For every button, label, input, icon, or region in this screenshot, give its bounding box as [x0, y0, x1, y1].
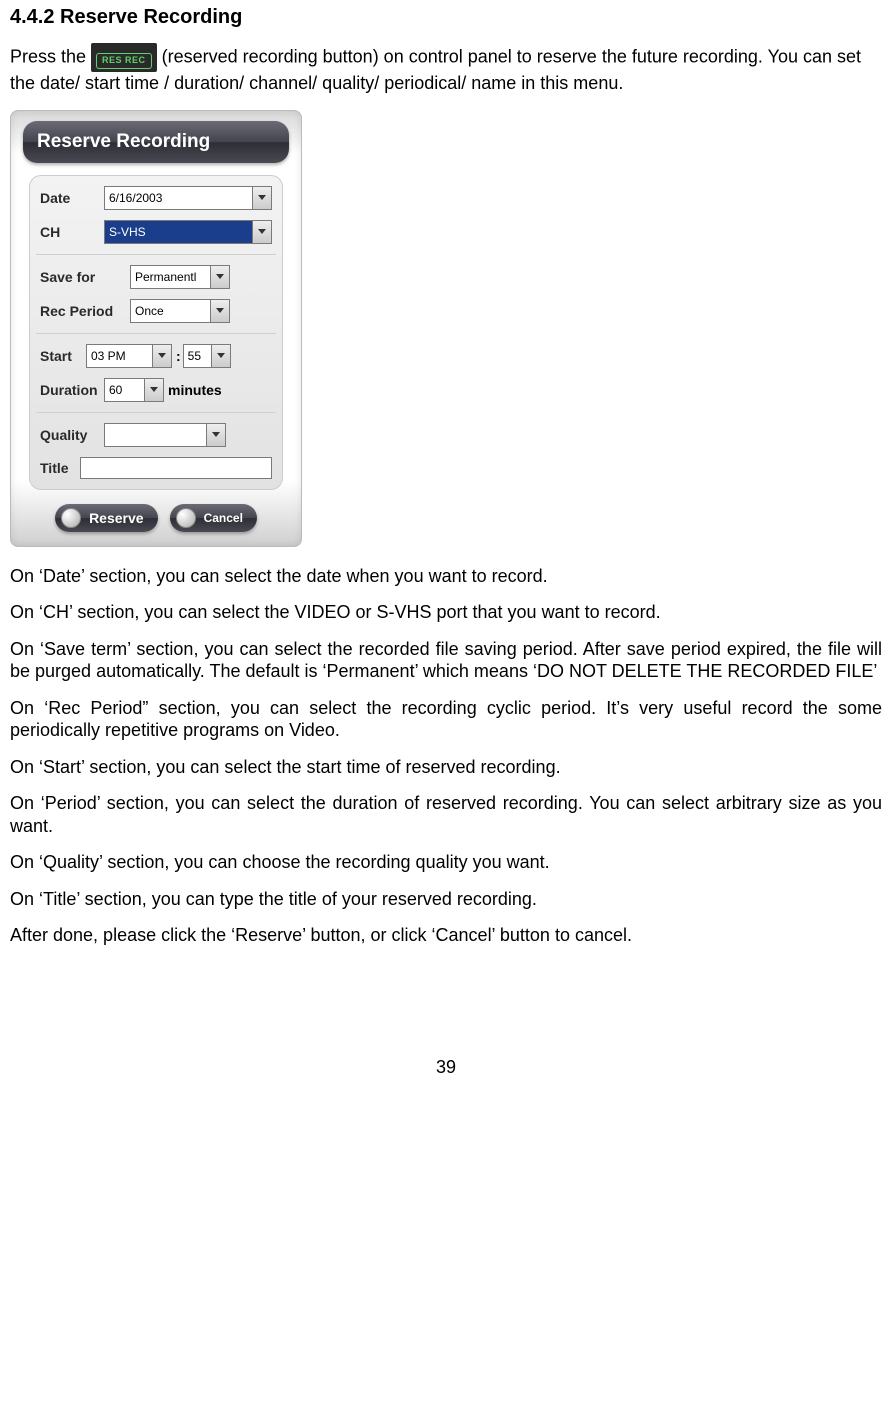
date-value: 6/16/2003 — [105, 191, 252, 205]
rec-period-value: Once — [131, 304, 210, 318]
divider — [36, 254, 276, 255]
duration-unit: minutes — [168, 382, 222, 398]
ch-dropdown[interactable]: S-VHS — [104, 220, 272, 244]
row-start: Start 03 PM : 55 — [40, 344, 272, 368]
chevron-down-icon[interactable] — [252, 187, 271, 209]
paragraph-date: On ‘Date’ section, you can select the da… — [10, 565, 882, 588]
label-date: Date — [40, 190, 104, 206]
intro-before: Press the — [10, 46, 91, 66]
row-date: Date 6/16/2003 — [40, 186, 272, 210]
divider — [36, 412, 276, 413]
start-hour-value: 03 PM — [87, 349, 152, 363]
paragraph-save-term: On ‘Save term’ section, you can select t… — [10, 638, 882, 683]
dialog-form: Date 6/16/2003 CH S-VHS Save for Permane… — [29, 175, 283, 490]
chevron-down-icon[interactable] — [210, 300, 229, 322]
divider — [36, 333, 276, 334]
label-title: Title — [40, 460, 80, 476]
rec-period-dropdown[interactable]: Once — [130, 299, 230, 323]
button-bullet-icon — [61, 508, 81, 528]
label-start: Start — [40, 348, 86, 364]
paragraph-period: On ‘Period’ section, you can select the … — [10, 792, 882, 837]
duration-dropdown[interactable]: 60 — [104, 378, 164, 402]
page-number: 39 — [10, 1057, 882, 1078]
label-ch: CH — [40, 224, 104, 240]
start-min-prefix: : — [176, 348, 181, 364]
row-duration: Duration 60 minutes — [40, 378, 272, 402]
chevron-down-icon[interactable] — [210, 266, 229, 288]
start-min-value: 55 — [184, 349, 211, 363]
paragraph-rec-period: On ‘Rec Period” section, you can select … — [10, 697, 882, 742]
ch-value: S-VHS — [105, 225, 252, 239]
row-ch: CH S-VHS — [40, 220, 272, 244]
label-save-for: Save for — [40, 269, 130, 285]
title-input[interactable] — [80, 457, 272, 479]
paragraph-title: On ‘Title’ section, you can type the tit… — [10, 888, 882, 911]
start-hour-dropdown[interactable]: 03 PM — [86, 344, 172, 368]
res-rec-button-icon: RES REC — [91, 43, 157, 72]
chevron-down-icon[interactable] — [252, 221, 271, 243]
chevron-down-icon[interactable] — [152, 345, 171, 367]
label-duration: Duration — [40, 382, 104, 398]
cancel-button-label: Cancel — [204, 511, 243, 525]
reserve-button[interactable]: Reserve — [55, 504, 158, 532]
duration-value: 60 — [105, 383, 144, 397]
dialog-title: Reserve Recording — [23, 121, 289, 163]
paragraph-done: After done, please click the ‘Reserve’ b… — [10, 924, 882, 947]
save-for-dropdown[interactable]: Permanentl — [130, 265, 230, 289]
section-heading: 4.4.2 Reserve Recording — [10, 6, 882, 29]
row-quality: Quality — [40, 423, 272, 447]
reserve-button-label: Reserve — [89, 510, 144, 526]
res-rec-label: RES REC — [96, 53, 152, 69]
label-rec-period: Rec Period — [40, 303, 130, 319]
paragraph-quality: On ‘Quality’ section, you can choose the… — [10, 851, 882, 874]
cancel-button[interactable]: Cancel — [170, 504, 257, 532]
row-title: Title — [40, 457, 272, 479]
chevron-down-icon[interactable] — [211, 345, 230, 367]
date-dropdown[interactable]: 6/16/2003 — [104, 186, 272, 210]
reserve-recording-dialog: Reserve Recording Date 6/16/2003 CH S-VH… — [10, 110, 302, 547]
dialog-buttons: Reserve Cancel — [29, 504, 283, 532]
label-quality: Quality — [40, 427, 104, 443]
intro-paragraph: Press the RES REC (reserved recording bu… — [10, 43, 882, 96]
button-bullet-icon — [176, 508, 196, 528]
save-for-value: Permanentl — [131, 270, 210, 284]
start-min-dropdown[interactable]: 55 — [183, 344, 231, 368]
row-save-for: Save for Permanentl — [40, 265, 272, 289]
row-rec-period: Rec Period Once — [40, 299, 272, 323]
paragraph-ch: On ‘CH’ section, you can select the VIDE… — [10, 601, 882, 624]
quality-dropdown[interactable] — [104, 423, 226, 447]
chevron-down-icon[interactable] — [144, 379, 163, 401]
paragraph-start: On ‘Start’ section, you can select the s… — [10, 756, 882, 779]
chevron-down-icon[interactable] — [206, 424, 225, 446]
